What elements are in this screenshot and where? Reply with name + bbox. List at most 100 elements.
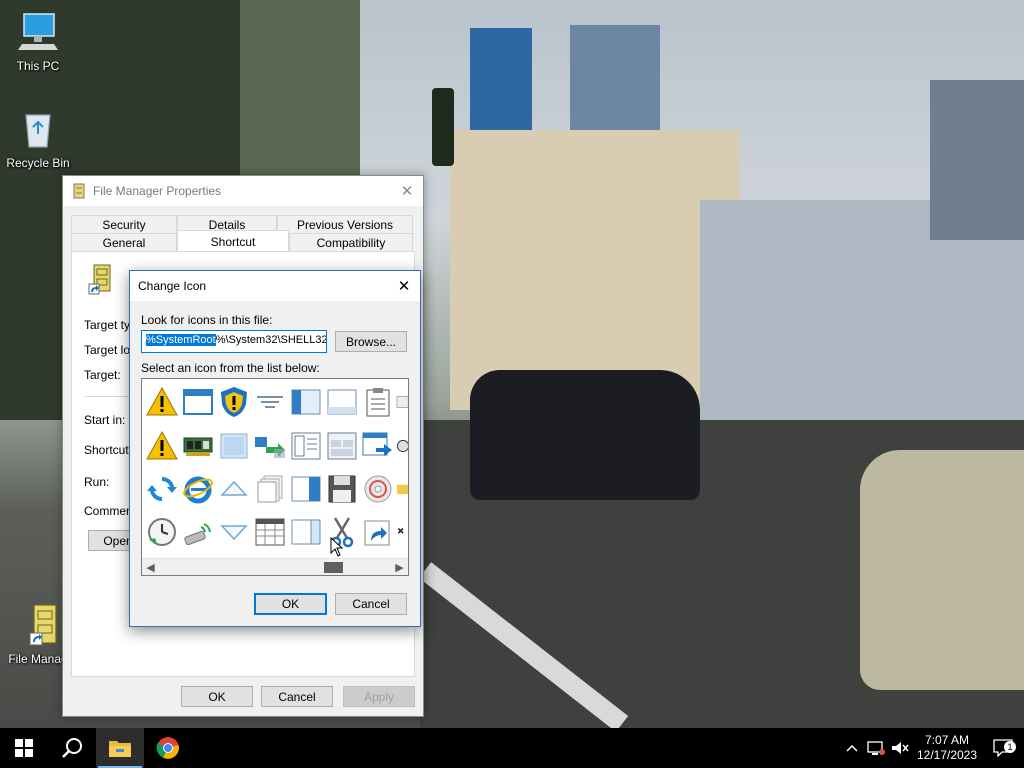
clock-time: 7:07 AM [924,733,970,747]
file-cabinet-shortcut-icon [88,264,111,295]
cancel-button[interactable]: Cancel [261,686,333,707]
icon-list[interactable]: ◀ ▶ [141,378,409,576]
desktop-icon-this-pc[interactable]: This PC [0,10,76,73]
start-in-label: Start in: [84,413,126,427]
icon-cell[interactable] [144,471,180,507]
taskbar-clock[interactable]: 7:07 AM 12/17/2023 [912,733,982,763]
clock-date: 12/17/2023 [916,748,978,762]
horizontal-scrollbar[interactable]: ◀ ▶ [142,558,408,575]
icon-cell[interactable] [180,428,216,464]
icon-cell[interactable] [252,428,288,464]
scroll-right-icon[interactable]: ▶ [391,559,408,575]
close-button[interactable]: ✕ [391,176,423,206]
document-columns-icon [291,432,321,460]
icon-cell[interactable] [216,471,252,507]
icon-cell[interactable] [324,428,360,464]
button-label: OK [208,689,226,704]
clock-icon [148,518,176,546]
scrollbar-thumb[interactable] [324,562,343,573]
icon-cell[interactable] [144,428,180,464]
icon-cell[interactable] [288,471,324,507]
icon-cell[interactable] [360,428,396,464]
icon-cell[interactable] [180,384,216,420]
browse-button[interactable]: Browse... [335,331,407,352]
icon-cell[interactable] [252,471,288,507]
properties-title: File Manager Properties [93,184,222,198]
tab-previous-versions[interactable]: Previous Versions [277,215,413,233]
icon-cell[interactable] [288,514,324,550]
icon-cell[interactable] [360,384,396,420]
icon-cell[interactable] [144,514,180,550]
button-label: OK [281,597,300,611]
show-hidden-icons-button[interactable] [840,728,864,768]
file-cabinet-icon [73,183,85,199]
ok-button[interactable]: OK [181,686,253,707]
icon-cell[interactable] [180,471,216,507]
cd-disc-icon [364,475,392,503]
grid-window-icon [327,432,357,460]
icon-cell[interactable] [288,384,324,420]
internet-explorer-icon [183,476,213,504]
change-icon-titlebar[interactable]: Change Icon ✕ [130,271,420,301]
search-button[interactable] [48,728,96,768]
partial-circle-icon [396,439,408,453]
ok-button[interactable]: OK [254,593,327,615]
volume-button[interactable] [888,728,912,768]
icon-cell[interactable] [252,384,288,420]
network-button[interactable] [864,728,888,768]
icon-cell[interactable] [396,428,408,464]
partial-icon [396,396,408,408]
tab-label: Previous Versions [296,217,394,232]
icon-cell[interactable] [252,514,288,550]
action-center-button[interactable]: 1 [982,728,1024,768]
dialog-title: Change Icon [138,279,207,293]
recycle-bin-icon [25,114,51,148]
icon-cell[interactable] [216,384,252,420]
close-button[interactable]: ✕ [388,271,420,301]
apply-button[interactable]: Apply [343,686,415,707]
tab-compatibility[interactable]: Compatibility [289,233,413,251]
icon-cell[interactable] [288,428,324,464]
tab-label: Security [102,217,146,232]
icon-cell[interactable] [216,514,252,550]
cancel-button[interactable]: Cancel [335,593,407,615]
tab-shortcut[interactable]: Shortcut [177,230,289,252]
selected-text: %SystemRoot [146,334,216,346]
icon-cell[interactable] [396,514,408,550]
window-icon [183,389,213,415]
scroll-left-icon[interactable]: ◀ [142,559,159,575]
shield-icon [221,387,247,417]
icon-cell[interactable] [180,514,216,550]
warning-icon [146,430,178,460]
usb-wireless-icon [184,523,211,546]
icon-cell[interactable] [360,514,396,550]
icon-cell[interactable] [396,384,408,420]
mouse-cursor-icon [330,537,344,557]
tab-label: Compatibility [316,235,386,250]
network-card-icon [183,437,213,456]
icon-cell[interactable] [324,471,360,507]
warning-icon [146,386,178,416]
start-button[interactable] [0,728,48,768]
clipboard-icon [366,388,390,417]
refresh-icon [147,476,177,502]
button-label: Browse... [345,334,396,349]
icon-cell[interactable] [396,471,408,507]
icon-cell[interactable] [324,384,360,420]
triangle-down-icon [220,525,248,541]
icon-file-input[interactable]: %SystemRoot%\System32\SHELL32 [141,330,327,353]
pane-window-icon [291,519,321,545]
tab-general[interactable]: General [71,233,177,251]
tab-security[interactable]: Security [71,215,177,233]
folder-icon [109,741,131,757]
properties-titlebar[interactable]: File Manager Properties ✕ [63,176,423,206]
target-label: Target: [84,368,121,382]
taskbar-file-explorer[interactable] [96,728,144,768]
stacked-pages-icon [257,475,283,503]
desktop-icon-recycle-bin[interactable]: Recycle Bin [0,107,76,170]
icon-cell[interactable] [216,428,252,464]
window-arrow-icon [362,432,392,456]
taskbar-chrome[interactable] [144,728,192,768]
icon-cell[interactable] [144,384,180,420]
icon-cell[interactable] [360,471,396,507]
